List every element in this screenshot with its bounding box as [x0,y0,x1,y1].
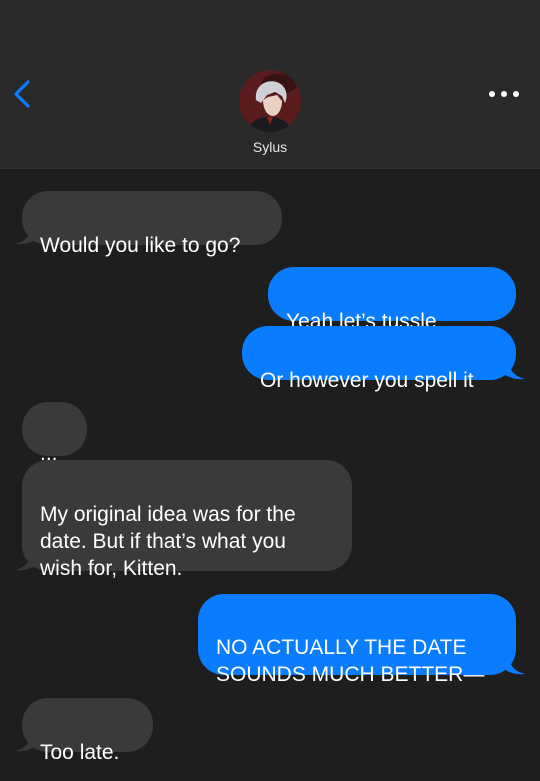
contact-avatar[interactable] [239,70,301,132]
bubble-tail [15,224,37,245]
back-button[interactable] [8,76,38,112]
message-bubble-received[interactable]: Too late. [22,698,153,764]
more-options-button[interactable] [486,84,522,104]
message-text: My original idea was for the date. But i… [40,503,296,580]
conversation-header: Sylus [0,0,540,169]
message-text: Would you like to go? [40,234,241,257]
message-bubble-sent[interactable]: Yeah let’s tussle [268,267,516,356]
message-thread[interactable]: Would you like to go? Yeah let’s tussle … [0,169,540,781]
bubble-tail [503,654,525,675]
bubble-tail [503,359,525,380]
ellipsis-icon [489,91,519,97]
message-bubble-received[interactable]: Would you like to go? [22,191,282,257]
message-text: Or however you spell it [260,369,474,392]
message-bubble-sent[interactable]: Or however you spell it [242,326,516,392]
bubble-tail [15,550,37,571]
message-bubble-sent[interactable]: NO ACTUALLY THE DATE SOUNDS MUCH BETTER— [198,594,516,686]
bubble-tail [15,731,37,752]
avatar-portrait [239,70,301,132]
messages-screen: Sylus Would you like to go? Yeah let’s t… [0,0,540,781]
message-text: Too late. [40,741,120,764]
message-bubble-received[interactable]: My original idea was for the date. But i… [22,460,352,580]
message-bubble-received[interactable]: ... [22,402,87,465]
contact-name[interactable]: Sylus [0,139,540,155]
chevron-left-icon [14,80,30,108]
message-text: NO ACTUALLY THE DATE SOUNDS MUCH BETTER— [216,636,485,686]
